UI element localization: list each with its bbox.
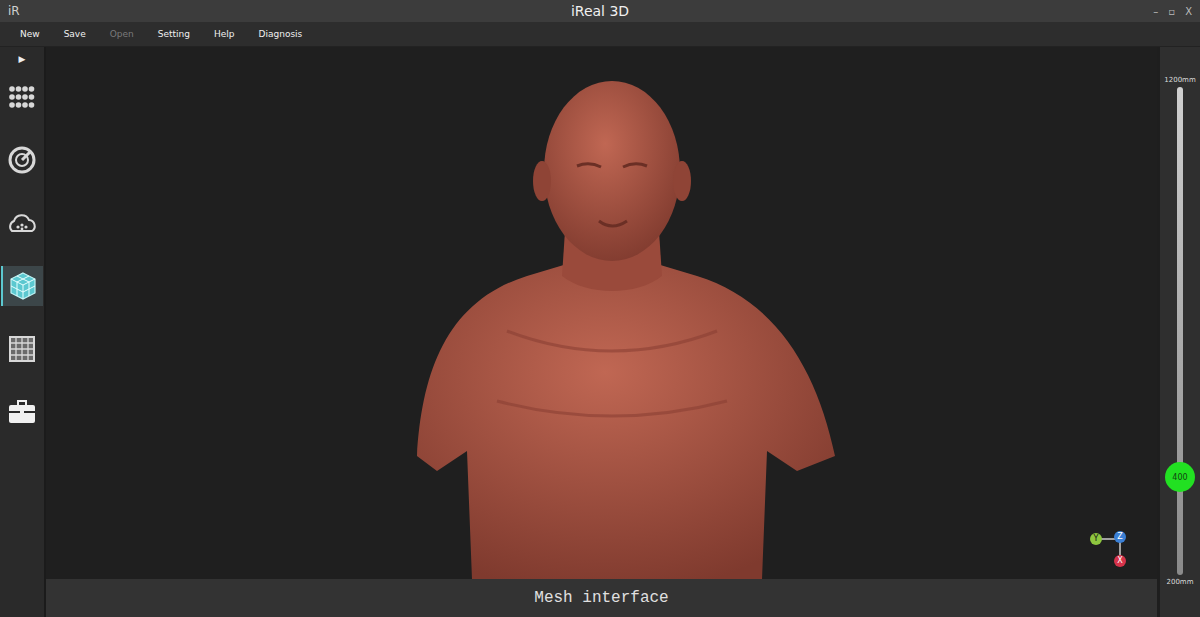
menu-bar: NewSaveOpenSettingHelpDiagnosis — [0, 22, 1200, 47]
app-window: iR iReal 3D –▫ X NewSaveOpenSettingHelpDiagn… — [0, 0, 1200, 617]
main-area: ▶ YZX Mesh interface 1200mm 400 200mm — [0, 47, 1200, 617]
slider-knob[interactable]: 400 — [1165, 462, 1195, 492]
sidebar-item[interactable] — [2, 77, 42, 117]
mesh-cube-icon — [9, 271, 37, 301]
sidebar-item[interactable] — [2, 329, 42, 369]
sidebar-toggle[interactable]: ▶ — [19, 51, 26, 67]
menu-item[interactable]: New — [8, 29, 52, 39]
3d-scene[interactable]: YZX — [46, 47, 1157, 579]
window-title: iReal 3D — [571, 3, 629, 19]
sidebar: ▶ — [0, 47, 46, 617]
status-bar: Mesh interface — [46, 579, 1157, 617]
axis-gizmo: YZX — [1089, 531, 1129, 571]
viewport: YZX Mesh interface — [46, 47, 1157, 617]
menu-item[interactable]: Diagnosis — [247, 29, 315, 39]
distance-panel: 1200mm 400 200mm — [1160, 47, 1200, 617]
dots-icon — [9, 86, 35, 108]
axis-label: Y — [1090, 533, 1102, 545]
window-control-button[interactable]: ▫ — [1168, 6, 1175, 17]
scanned-bust-model[interactable] — [377, 71, 847, 579]
slider-max-label: 1200mm — [1164, 75, 1195, 85]
title-bar: iR iReal 3D –▫ X — [0, 0, 1200, 22]
menu-item[interactable]: Setting — [146, 29, 202, 39]
axis-label: X — [1114, 555, 1126, 567]
window-controls: –▫ X — [1132, 6, 1192, 17]
window-control-button[interactable]: X — [1185, 6, 1192, 17]
slider-min-label: 200mm — [1167, 577, 1194, 587]
sidebar-item[interactable] — [1, 266, 43, 306]
status-text: Mesh interface — [534, 589, 668, 607]
radar-icon — [7, 145, 37, 175]
sidebar-item[interactable] — [2, 203, 42, 243]
axis-label: Z — [1114, 531, 1126, 543]
sidebar-item[interactable] — [2, 140, 42, 180]
app-logo: iR — [8, 4, 68, 18]
menu-item[interactable]: Help — [202, 29, 247, 39]
toolbox-icon — [8, 400, 36, 424]
point-cloud-icon — [7, 212, 37, 234]
grid-icon — [9, 336, 35, 362]
menu-item[interactable]: Open — [98, 29, 146, 39]
distance-slider[interactable]: 400 — [1177, 87, 1183, 575]
menu-item[interactable]: Save — [52, 29, 98, 39]
window-control-button[interactable]: – — [1153, 6, 1158, 17]
sidebar-item[interactable] — [2, 392, 42, 432]
